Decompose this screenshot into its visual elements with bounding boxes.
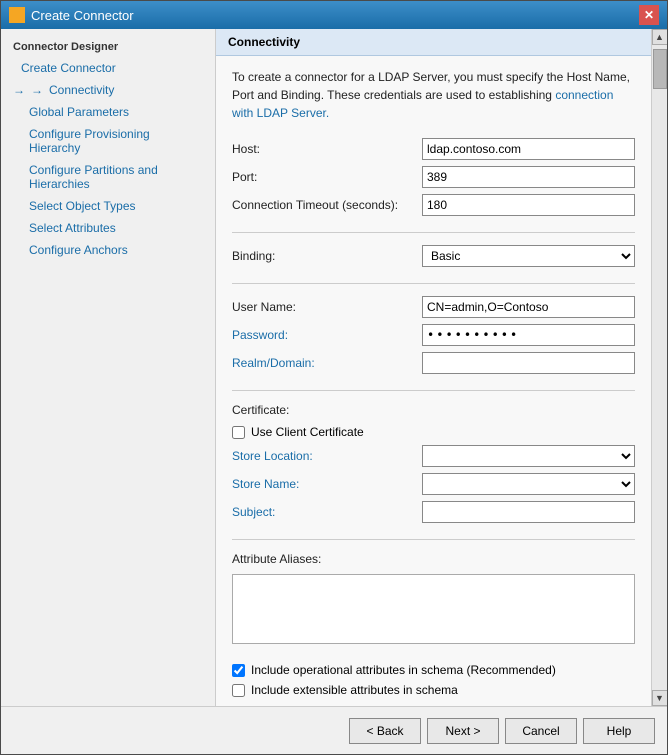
include-extensible-row: Include extensible attributes in schema xyxy=(232,683,635,697)
next-button[interactable]: Next > xyxy=(427,718,499,744)
binding-row: Binding: Basic SSL Kerberos xyxy=(232,245,635,267)
right-panel: Connectivity To create a connector for a… xyxy=(216,29,651,706)
subject-row: Subject: xyxy=(232,501,635,523)
scroll-thumb[interactable] xyxy=(653,49,667,89)
host-label: Host: xyxy=(232,142,422,156)
sidebar-item-global-parameters[interactable]: Global Parameters xyxy=(1,101,215,123)
subject-label: Subject: xyxy=(232,505,422,519)
realm-label: Realm/Domain: xyxy=(232,356,422,370)
username-label: User Name: xyxy=(232,300,422,314)
sidebar-item-select-object-types[interactable]: Select Object Types xyxy=(1,195,215,217)
subject-input[interactable] xyxy=(422,501,635,523)
include-extensible-checkbox[interactable] xyxy=(232,684,245,697)
scroll-up-arrow[interactable]: ▲ xyxy=(652,29,668,45)
store-location-select[interactable] xyxy=(422,445,635,467)
attribute-aliases-label: Attribute Aliases: xyxy=(232,552,635,566)
store-name-select[interactable] xyxy=(422,473,635,495)
include-operational-label: Include operational attributes in schema… xyxy=(251,663,556,677)
store-name-row: Store Name: xyxy=(232,473,635,495)
binding-section: Binding: Basic SSL Kerberos xyxy=(232,245,635,267)
store-name-label: Store Name: xyxy=(232,477,422,491)
main-window: Create Connector ✕ Connector Designer Cr… xyxy=(0,0,668,755)
store-location-row: Store Location: xyxy=(232,445,635,467)
certificate-section: Certificate: Use Client Certificate Stor… xyxy=(232,403,635,523)
realm-input[interactable] xyxy=(422,352,635,374)
divider-2 xyxy=(232,283,635,284)
attribute-aliases-section: Attribute Aliases: xyxy=(232,552,635,647)
binding-select[interactable]: Basic SSL Kerberos xyxy=(422,245,635,267)
port-row: Port: xyxy=(232,166,635,188)
password-row: Password: xyxy=(232,324,635,346)
attribute-aliases-textarea[interactable] xyxy=(232,574,635,644)
bottom-bar: < Back Next > Cancel Help xyxy=(1,706,667,754)
use-client-cert-label: Use Client Certificate xyxy=(251,425,364,439)
sidebar-item-configure-partitions[interactable]: Configure Partitions and Hierarchies xyxy=(1,159,215,195)
divider-1 xyxy=(232,232,635,233)
sidebar-item-select-attributes[interactable]: Select Attributes xyxy=(1,217,215,239)
title-bar-left: Create Connector xyxy=(9,7,134,23)
timeout-input[interactable] xyxy=(422,194,635,216)
host-input[interactable] xyxy=(422,138,635,160)
sidebar-item-configure-provisioning[interactable]: Configure Provisioning Hierarchy xyxy=(1,123,215,159)
username-input[interactable] xyxy=(422,296,635,318)
panel-body: To create a connector for a LDAP Server,… xyxy=(216,56,651,706)
main-content: Connector Designer Create Connector → Co… xyxy=(1,29,667,706)
description-link: connection with LDAP Server. xyxy=(232,88,613,120)
use-client-cert-row: Use Client Certificate xyxy=(232,425,635,439)
password-label: Password: xyxy=(232,328,422,342)
host-row: Host: xyxy=(232,138,635,160)
cancel-button[interactable]: Cancel xyxy=(505,718,577,744)
binding-label: Binding: xyxy=(232,249,422,263)
timeout-row: Connection Timeout (seconds): xyxy=(232,194,635,216)
include-extensible-label: Include extensible attributes in schema xyxy=(251,683,458,697)
certificate-label: Certificate: xyxy=(232,403,635,417)
app-icon xyxy=(9,7,25,23)
sidebar-section-title: Connector Designer xyxy=(1,37,215,57)
sidebar-item-connectivity[interactable]: → Connectivity xyxy=(1,79,215,101)
divider-3 xyxy=(232,390,635,391)
store-location-label: Store Location: xyxy=(232,449,422,463)
sidebar-item-configure-anchors[interactable]: Configure Anchors xyxy=(1,239,215,261)
close-button[interactable]: ✕ xyxy=(639,5,659,25)
password-input[interactable] xyxy=(422,324,635,346)
include-operational-checkbox[interactable] xyxy=(232,664,245,677)
help-button[interactable]: Help xyxy=(583,718,655,744)
back-button[interactable]: < Back xyxy=(349,718,421,744)
port-label: Port: xyxy=(232,170,422,184)
right-panel-container: Connectivity To create a connector for a… xyxy=(216,29,667,706)
scroll-track[interactable] xyxy=(652,45,668,690)
scroll-down-arrow[interactable]: ▼ xyxy=(652,690,668,706)
use-client-cert-checkbox[interactable] xyxy=(232,426,245,439)
realm-row: Realm/Domain: xyxy=(232,352,635,374)
sidebar-item-create-connector[interactable]: Create Connector xyxy=(1,57,215,79)
username-row: User Name: xyxy=(232,296,635,318)
divider-4 xyxy=(232,539,635,540)
host-section: Host: Port: Connection Timeout (seconds)… xyxy=(232,138,635,216)
sidebar: Connector Designer Create Connector → Co… xyxy=(1,29,216,706)
window-title: Create Connector xyxy=(31,8,134,23)
title-bar: Create Connector ✕ xyxy=(1,1,667,29)
port-input[interactable] xyxy=(422,166,635,188)
scrollbar[interactable]: ▲ ▼ xyxy=(651,29,667,706)
include-operational-row: Include operational attributes in schema… xyxy=(232,663,635,677)
description-text: To create a connector for a LDAP Server,… xyxy=(232,68,635,122)
credentials-section: User Name: Password: Realm/Domain: xyxy=(232,296,635,374)
timeout-label: Connection Timeout (seconds): xyxy=(232,198,422,212)
panel-header: Connectivity xyxy=(216,29,651,56)
